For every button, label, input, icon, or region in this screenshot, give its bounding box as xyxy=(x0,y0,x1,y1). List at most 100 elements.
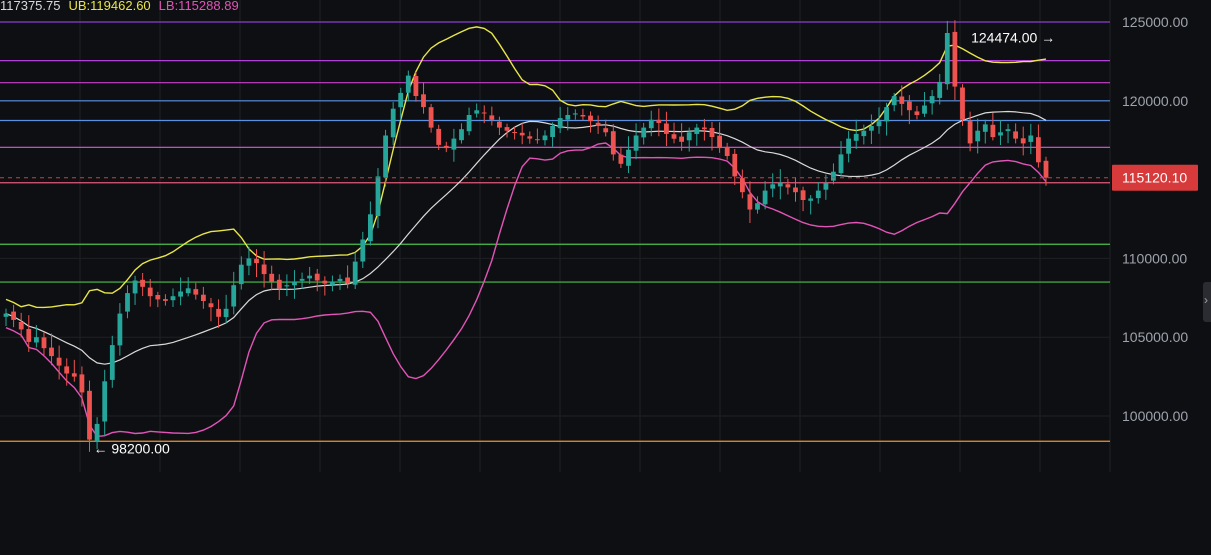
candle-body xyxy=(1013,131,1018,139)
candle-body xyxy=(876,121,882,127)
candle-body xyxy=(838,154,844,174)
candle-body xyxy=(231,285,237,307)
candle-body xyxy=(238,264,244,285)
candle-body xyxy=(656,119,662,123)
candle-body xyxy=(208,303,214,308)
candle-body xyxy=(633,135,639,151)
candle-body xyxy=(284,285,290,287)
candle-body xyxy=(3,313,9,317)
candle-body xyxy=(223,308,229,318)
bollinger-chart[interactable]: 115120.10 124474.00 → ← 98200.00 100000.0… xyxy=(0,0,1211,555)
candle-body xyxy=(679,136,684,142)
candle-body xyxy=(671,134,677,139)
candle-body xyxy=(140,279,145,287)
candle-body xyxy=(595,122,601,126)
candle-body xyxy=(686,132,692,141)
candle-body xyxy=(846,138,851,154)
candle-body xyxy=(41,337,47,349)
candle-body xyxy=(755,203,760,210)
candle-body xyxy=(610,131,616,155)
candle-body xyxy=(163,299,168,301)
candle-body xyxy=(352,261,358,285)
candle-body xyxy=(648,119,654,129)
candle-body xyxy=(512,132,517,133)
candle-body xyxy=(375,176,381,216)
candle-body xyxy=(709,128,715,137)
candle-body xyxy=(982,124,988,132)
candle-body xyxy=(481,112,487,114)
candle-body xyxy=(740,178,745,193)
panel-expand-handle[interactable]: › xyxy=(1203,282,1211,322)
candle-body xyxy=(405,75,411,93)
candle-body xyxy=(330,282,335,285)
candle-body xyxy=(201,294,206,301)
candle-body xyxy=(724,146,730,156)
candle-body xyxy=(489,115,495,120)
candle-body xyxy=(618,154,624,164)
candle-body xyxy=(785,184,791,188)
candle-body xyxy=(907,101,912,111)
mid-value: 117375.75 xyxy=(0,0,61,13)
y-axis-tick-label: 110000.00 xyxy=(1122,250,1187,266)
y-axis-tick-label: 105000.00 xyxy=(1122,329,1188,345)
candle-body xyxy=(565,115,571,120)
candle-body xyxy=(550,126,555,137)
candle-body xyxy=(519,132,525,136)
candle-body xyxy=(823,182,829,190)
candle-body xyxy=(861,130,867,137)
candle-body xyxy=(34,337,39,343)
candle-body xyxy=(694,127,700,134)
candle-body xyxy=(109,345,115,380)
candle-body xyxy=(368,214,373,242)
candle-body xyxy=(360,239,366,262)
candle-body xyxy=(929,96,935,104)
candle-body xyxy=(831,171,836,181)
candle-body xyxy=(26,329,32,342)
candle-body xyxy=(800,190,806,200)
candle-body xyxy=(747,194,753,210)
candle-body xyxy=(853,133,859,141)
upper-band-value: UB:119462.60 xyxy=(68,0,151,13)
candle-body xyxy=(527,136,533,139)
candle-body xyxy=(884,107,889,122)
candle-body xyxy=(102,381,108,422)
y-axis-tick-label: 120000.00 xyxy=(1122,93,1188,109)
candle-body xyxy=(732,153,738,177)
candle-body xyxy=(132,280,138,294)
candle-body xyxy=(899,96,905,104)
chevron-right-icon: › xyxy=(1204,293,1208,307)
candle-body xyxy=(94,423,100,442)
candle-body xyxy=(398,92,404,108)
candle-body xyxy=(914,111,920,115)
candle-body xyxy=(572,113,578,115)
candle-body xyxy=(474,110,480,114)
candle-body xyxy=(216,308,221,317)
candle-body xyxy=(762,190,768,205)
candle-body xyxy=(322,280,328,284)
candle-body xyxy=(451,138,457,150)
candle-body xyxy=(944,33,950,85)
candle-body xyxy=(641,127,647,138)
candle-body xyxy=(261,264,267,275)
candle-body xyxy=(967,121,973,144)
candle-body xyxy=(436,128,442,145)
candle-body xyxy=(390,108,396,138)
candle-body xyxy=(603,128,609,133)
candle-body xyxy=(117,313,123,346)
candle-body xyxy=(307,275,312,279)
candle-body xyxy=(337,278,343,282)
candle-body xyxy=(588,115,593,122)
candle-body xyxy=(459,129,464,141)
candle-body xyxy=(542,135,548,141)
candle-body xyxy=(504,127,510,131)
candle-body xyxy=(497,121,502,128)
high-annotation: 124474.00 → xyxy=(971,29,1055,45)
candle-body xyxy=(990,124,996,138)
candle-body xyxy=(71,373,77,377)
candle-body xyxy=(193,289,199,295)
candle-body xyxy=(292,282,297,286)
candle-body xyxy=(1020,138,1026,144)
low-annotation: ← 98200.00 xyxy=(94,440,170,456)
candle-body xyxy=(998,132,1003,136)
candle-body xyxy=(49,347,54,357)
